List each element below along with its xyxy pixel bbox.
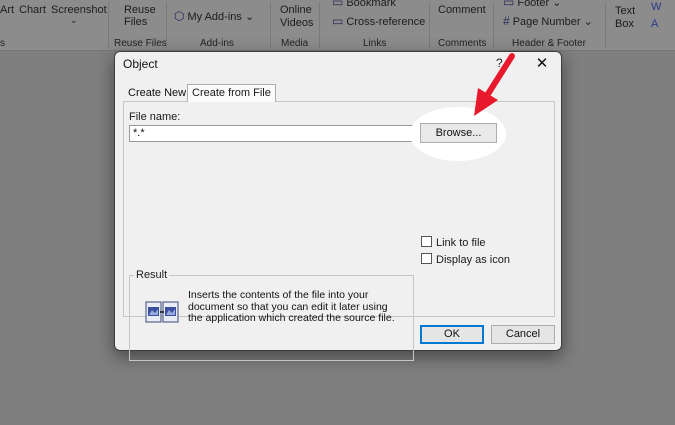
- ribbon-separator: [270, 2, 271, 48]
- footer-label: Footer: [517, 0, 550, 9]
- bookmark-label: Bookmark: [346, 0, 396, 9]
- display-as-icon-label: Display as icon: [436, 254, 510, 266]
- text-box-button[interactable]: Text Box: [615, 5, 645, 31]
- tab-create-from-file[interactable]: Create from File: [187, 84, 276, 102]
- illustrations-group-label: s: [0, 38, 5, 49]
- media-group-label: Media: [281, 38, 309, 49]
- ribbon-separator: [493, 2, 494, 48]
- chevron-down-icon: ⌄: [583, 16, 593, 28]
- reuse-files-group-label: Reuse Files: [114, 38, 167, 49]
- addins-icon: ⬡: [174, 9, 185, 23]
- tab-create-new[interactable]: Create New: [124, 85, 190, 101]
- insert-file-icon: [145, 301, 179, 323]
- my-addins-label: My Add-ins: [187, 11, 242, 23]
- link-to-file-checkbox[interactable]: Link to file: [421, 236, 486, 249]
- ribbon: Art Chart Screenshot ⌄ s Reuse Files Reu…: [0, 0, 675, 51]
- tab-panel: File name: *.* Browse... Link to file Di…: [123, 101, 555, 361]
- result-group: Result Inserts the contents of the file …: [129, 269, 414, 361]
- file-name-input[interactable]: *.*: [129, 125, 419, 142]
- ribbon-separator: [319, 2, 320, 48]
- header-footer-group-label: Header & Footer: [512, 38, 586, 49]
- file-name-label: File name:: [129, 111, 181, 123]
- ribbon-separator: [108, 2, 109, 48]
- cross-reference-icon: ▭: [332, 14, 344, 28]
- footer-button[interactable]: ▭ Footer ⌄: [503, 0, 561, 9]
- comment-button[interactable]: Comment: [438, 4, 486, 16]
- checkbox-box[interactable]: [421, 253, 432, 264]
- display-as-icon-checkbox[interactable]: Display as icon: [421, 253, 510, 266]
- chart-button[interactable]: Chart: [19, 4, 46, 16]
- chevron-down-icon: ⌄: [244, 11, 255, 23]
- comments-group-label: Comments: [438, 38, 487, 49]
- reuse-files-button[interactable]: Reuse Files: [124, 4, 156, 28]
- chevron-down-icon: ⌄: [552, 0, 562, 9]
- wordart-icon[interactable]: W: [651, 1, 661, 13]
- addins-group-label: Add-ins: [200, 38, 234, 49]
- footer-icon: ▭: [503, 0, 515, 9]
- screenshot-button[interactable]: Screenshot: [51, 4, 107, 16]
- online-videos-button[interactable]: Online Videos: [280, 4, 313, 30]
- links-group-label: Links: [363, 38, 387, 49]
- cross-reference-button[interactable]: ▭ Cross-reference: [332, 14, 425, 28]
- bookmark-button[interactable]: ▭ Bookmark: [332, 0, 396, 9]
- ribbon-separator: [429, 2, 430, 48]
- result-description: Inserts the contents of the file into yo…: [188, 289, 395, 324]
- page-number-icon: #: [503, 14, 510, 28]
- ribbon-separator: [166, 2, 167, 48]
- ok-button[interactable]: OK: [420, 325, 484, 344]
- browse-button[interactable]: Browse...: [420, 123, 497, 143]
- chevron-down-icon[interactable]: ⌄: [70, 15, 78, 26]
- page-number-label: Page Number: [512, 16, 581, 28]
- link-to-file-label: Link to file: [436, 237, 486, 249]
- ribbon-separator: [605, 2, 606, 48]
- my-addins-button[interactable]: ⬡ My Add-ins ⌄: [174, 9, 254, 23]
- bookmark-icon: ▭: [332, 0, 344, 9]
- cancel-button[interactable]: Cancel: [491, 325, 555, 344]
- art-button[interactable]: Art: [0, 4, 14, 16]
- checkbox-box[interactable]: [421, 236, 432, 247]
- cross-reference-label: Cross-reference: [346, 16, 426, 28]
- close-icon[interactable]: ✕: [531, 53, 553, 75]
- dialog-title: Object: [123, 57, 158, 71]
- result-label: Result: [134, 269, 170, 281]
- red-arrow-annotation: [474, 53, 515, 116]
- dropcap-icon[interactable]: A: [651, 18, 658, 30]
- page-number-button[interactable]: # Page Number ⌄: [503, 14, 593, 28]
